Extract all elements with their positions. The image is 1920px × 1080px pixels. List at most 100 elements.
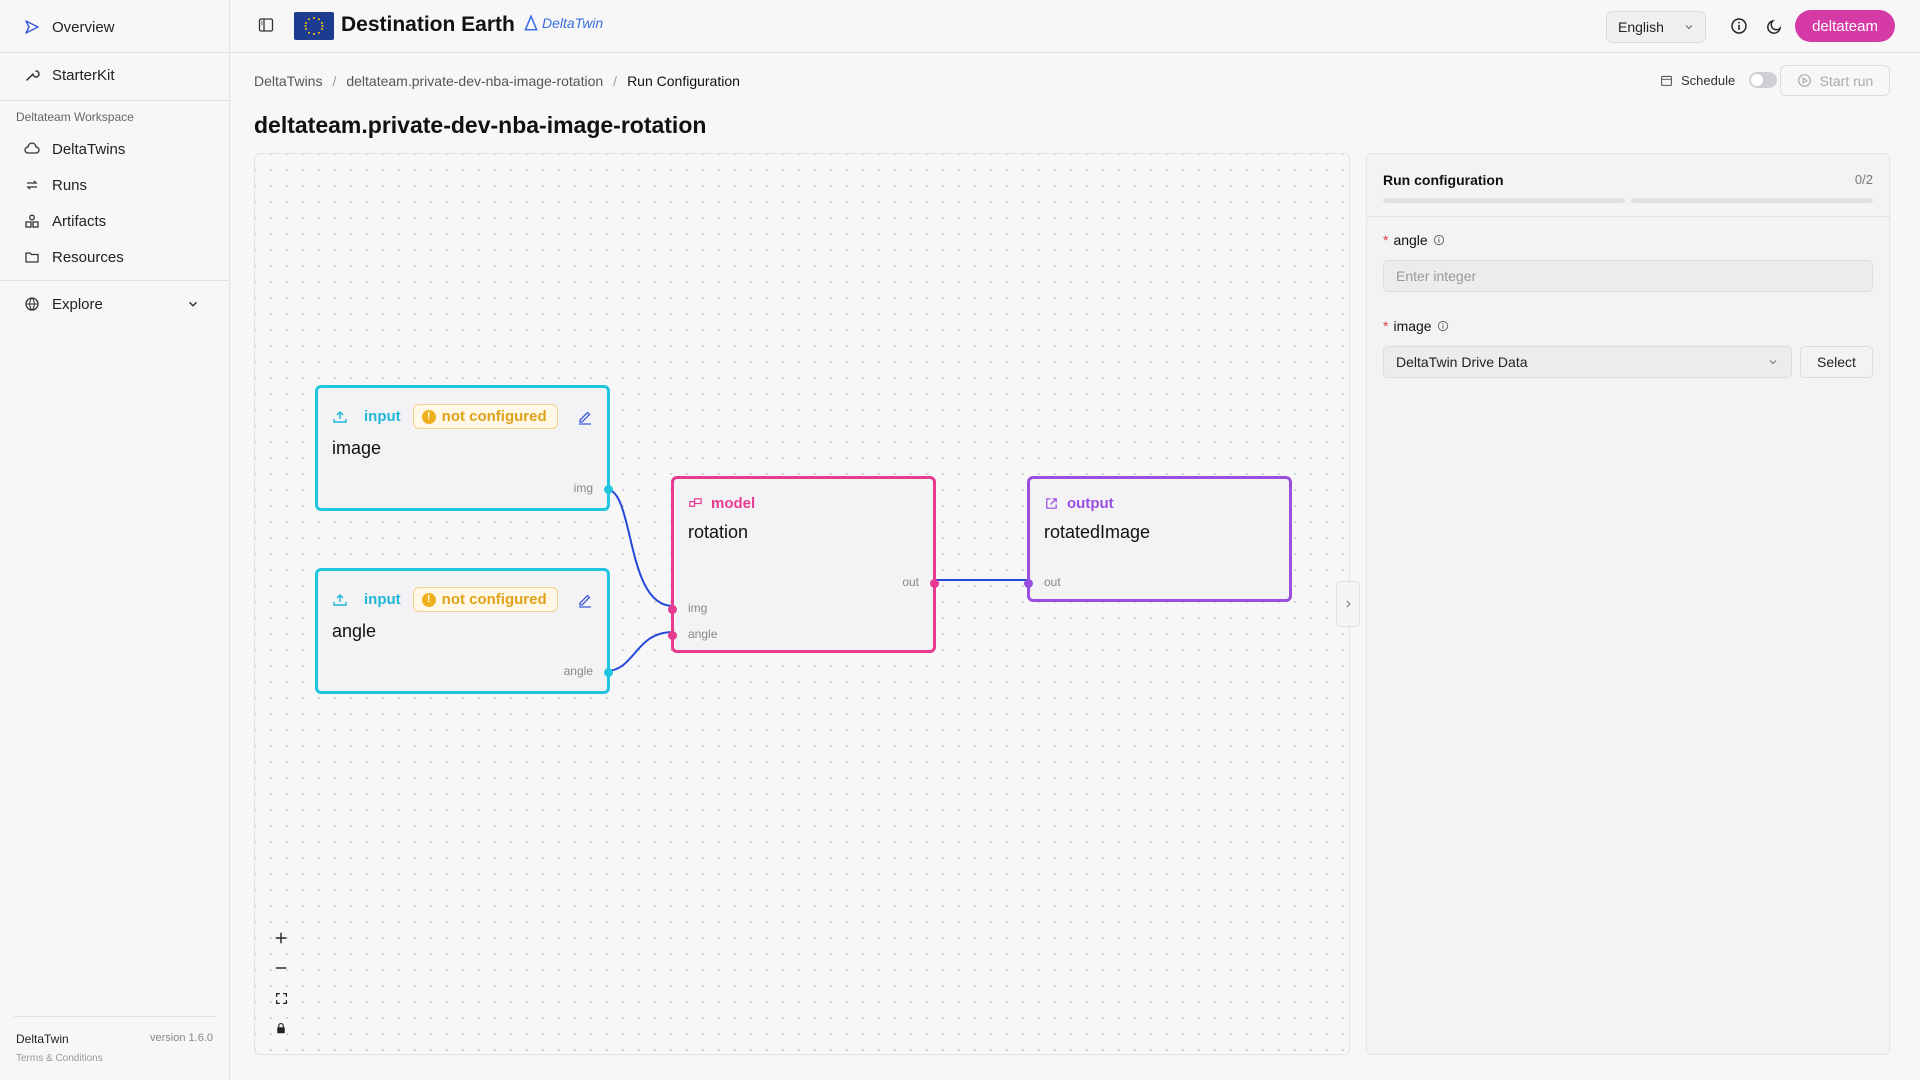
repeat-icon (26, 180, 38, 190)
language-select[interactable]: English (1606, 11, 1706, 43)
start-run-button[interactable]: Start run (1780, 65, 1890, 96)
node-input-image[interactable]: input ! not configured image img (315, 385, 613, 511)
zoom-out-button[interactable] (269, 956, 293, 980)
chevron-down-icon (1769, 360, 1777, 365)
calendar-icon (1661, 75, 1672, 86)
schedule-toggle[interactable] (1749, 72, 1778, 88)
upload-icon (333, 593, 347, 606)
node-type-label: model (711, 495, 756, 512)
image-source-value: DeltaTwin Drive Data (1396, 354, 1528, 370)
port-label: angle (688, 627, 718, 641)
edit-icon[interactable] (577, 592, 593, 608)
footer-app-name: DeltaTwin (16, 1032, 69, 1046)
breadcrumb-item[interactable]: DeltaTwins (254, 73, 322, 89)
divider (1367, 216, 1891, 217)
node-header: model (688, 495, 755, 512)
sidebar-item-runs[interactable]: Runs (14, 172, 214, 198)
run-configuration-panel: Run configuration 0/2 * angle Enter inte… (1366, 153, 1891, 1055)
info-icon[interactable] (1437, 320, 1449, 332)
workspace-title: Deltateam Workspace (16, 110, 134, 124)
input-port[interactable] (1024, 579, 1033, 588)
footer-version: version 1.6.0 (150, 1032, 213, 1044)
info-icon[interactable] (1730, 17, 1748, 35)
edit-icon[interactable] (577, 409, 593, 425)
output-port[interactable] (604, 485, 613, 494)
required-marker: * (1383, 318, 1389, 334)
brand-title: Destination Earth (341, 13, 515, 36)
zoom-in-button[interactable] (269, 926, 293, 950)
lock-icon (277, 1022, 285, 1034)
external-link-icon (1046, 498, 1057, 509)
user-menu-button[interactable]: deltateam (1795, 10, 1895, 42)
sidebar-item-label: Artifacts (52, 212, 107, 230)
minus-icon (275, 967, 287, 969)
sidebar-item-overview[interactable]: Overview (14, 14, 214, 40)
panel-collapse-button[interactable] (1336, 581, 1360, 627)
workflow-canvas[interactable]: input ! not configured image img input !… (254, 153, 1350, 1055)
node-type-label: input (364, 408, 401, 425)
sidebar-item-artifacts[interactable]: Artifacts (14, 208, 214, 234)
sidebar-toggle-icon[interactable] (258, 17, 274, 33)
node-type-label: output (1067, 495, 1114, 512)
chevron-down-icon (189, 301, 197, 307)
send-icon (25, 20, 39, 34)
angle-input[interactable]: Enter integer (1383, 260, 1873, 292)
edge-image-to-rotation (605, 488, 674, 607)
progress-segment (1631, 198, 1873, 203)
port-label: img (573, 481, 593, 495)
input-port[interactable] (668, 605, 677, 614)
sidebar-item-starterkit[interactable]: StarterKit (14, 62, 214, 88)
status-text: not configured (441, 591, 547, 608)
sidebar-item-label: Overview (52, 18, 115, 36)
status-text: not configured (441, 408, 547, 425)
image-field-label: * image (1383, 318, 1449, 334)
node-name: image (332, 438, 382, 458)
node-name: rotation (688, 522, 749, 542)
deltatwin-logo: DeltaTwin (522, 14, 603, 32)
status-badge: ! not configured (412, 587, 558, 612)
field-label-text: image (1393, 318, 1432, 334)
fit-view-button[interactable] (269, 986, 293, 1010)
model-icon (689, 498, 702, 507)
start-run-label: Start run (1819, 72, 1874, 89)
sidebar-item-resources[interactable]: Resources (14, 244, 214, 270)
node-output-rotatedimage[interactable]: output rotatedImage out (1024, 476, 1292, 602)
output-port[interactable] (604, 668, 613, 677)
status-badge: ! not configured (412, 404, 558, 429)
required-marker: * (1383, 232, 1389, 248)
sidebar-item-deltatwins[interactable]: DeltaTwins (14, 136, 214, 162)
breadcrumb-item[interactable]: deltateam.private-dev-nba-image-rotation (346, 73, 603, 89)
progress-segment (1383, 198, 1625, 203)
port-label: out (902, 575, 919, 589)
moon-icon[interactable] (1766, 17, 1784, 35)
output-port[interactable] (930, 579, 939, 588)
info-icon[interactable] (1433, 234, 1445, 246)
chevron-down-icon (1685, 25, 1693, 30)
divider (0, 52, 230, 53)
upload-icon (333, 410, 347, 423)
node-input-angle[interactable]: input ! not configured angle angle (315, 568, 613, 694)
terms-link[interactable]: Terms & Conditions (16, 1053, 103, 1064)
image-source-select[interactable]: DeltaTwin Drive Data (1383, 346, 1792, 378)
folder-icon (25, 252, 39, 263)
select-button[interactable]: Select (1800, 346, 1873, 378)
lock-button[interactable] (269, 1016, 293, 1040)
breadcrumb-current: Run Configuration (627, 73, 740, 89)
input-port[interactable] (668, 631, 677, 640)
config-progress-count: 0/2 (1854, 172, 1873, 187)
schedule-control: Schedule (1660, 72, 1778, 88)
plus-icon (275, 932, 287, 944)
shapes-icon (25, 214, 39, 228)
sidebar-item-label: Explore (52, 295, 103, 313)
breadcrumb: DeltaTwins / deltateam.private-dev-nba-i… (254, 73, 740, 89)
divider (0, 100, 230, 101)
logo-text: DeltaTwin (542, 15, 604, 31)
port-label: img (688, 601, 708, 615)
node-name: rotatedImage (1044, 522, 1151, 542)
globe-icon (25, 297, 39, 311)
config-progress-bar (1383, 198, 1873, 203)
edge-angle-to-rotation (605, 631, 674, 672)
node-model-rotation[interactable]: model rotation out img angle (668, 476, 939, 653)
language-value: English (1618, 19, 1664, 35)
sidebar-item-explore[interactable]: Explore (14, 291, 214, 317)
